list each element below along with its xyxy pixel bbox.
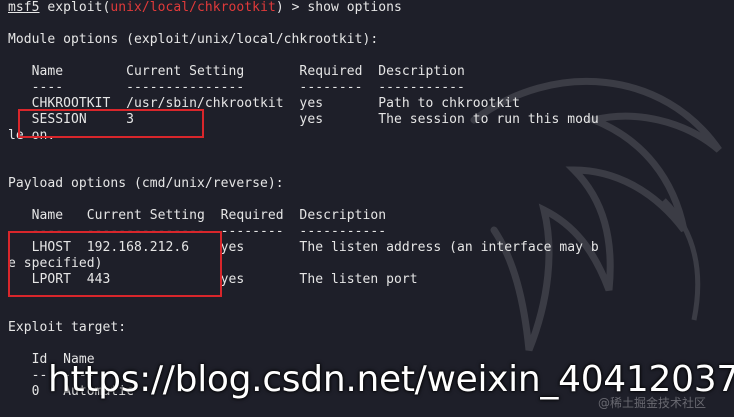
community-watermark: @稀土掘金技术社区: [598, 396, 707, 410]
kali-dragon-logo: [470, 77, 722, 352]
module-options-separator: ---- --------------- -------- ----------…: [8, 80, 465, 95]
lhost-lport-highlight-box: [8, 231, 222, 297]
terminal-window[interactable]: msf5 exploit(unix/local/chkrootkit) > sh…: [0, 0, 734, 417]
payload-options-heading: Payload options (cmd/unix/reverse):: [8, 176, 284, 191]
prompt-prefix: msf5: [8, 0, 40, 15]
module-options-header: Name Current Setting Required Descriptio…: [8, 64, 465, 79]
exploit-target-heading: Exploit target:: [8, 320, 127, 335]
prompt-line: msf5 exploit(unix/local/chkrootkit) > sh…: [8, 0, 402, 16]
payload-options-header: Name Current Setting Required Descriptio…: [8, 208, 387, 223]
prompt-cmd-end: ) > show options: [275, 0, 402, 15]
session-highlight-box: [18, 109, 204, 138]
prompt-cmd-start: exploit(: [39, 0, 111, 15]
prompt-module: unix/local/chkrootkit: [110, 0, 276, 15]
module-options-heading: Module options (exploit/unix/local/chkro…: [8, 32, 379, 47]
